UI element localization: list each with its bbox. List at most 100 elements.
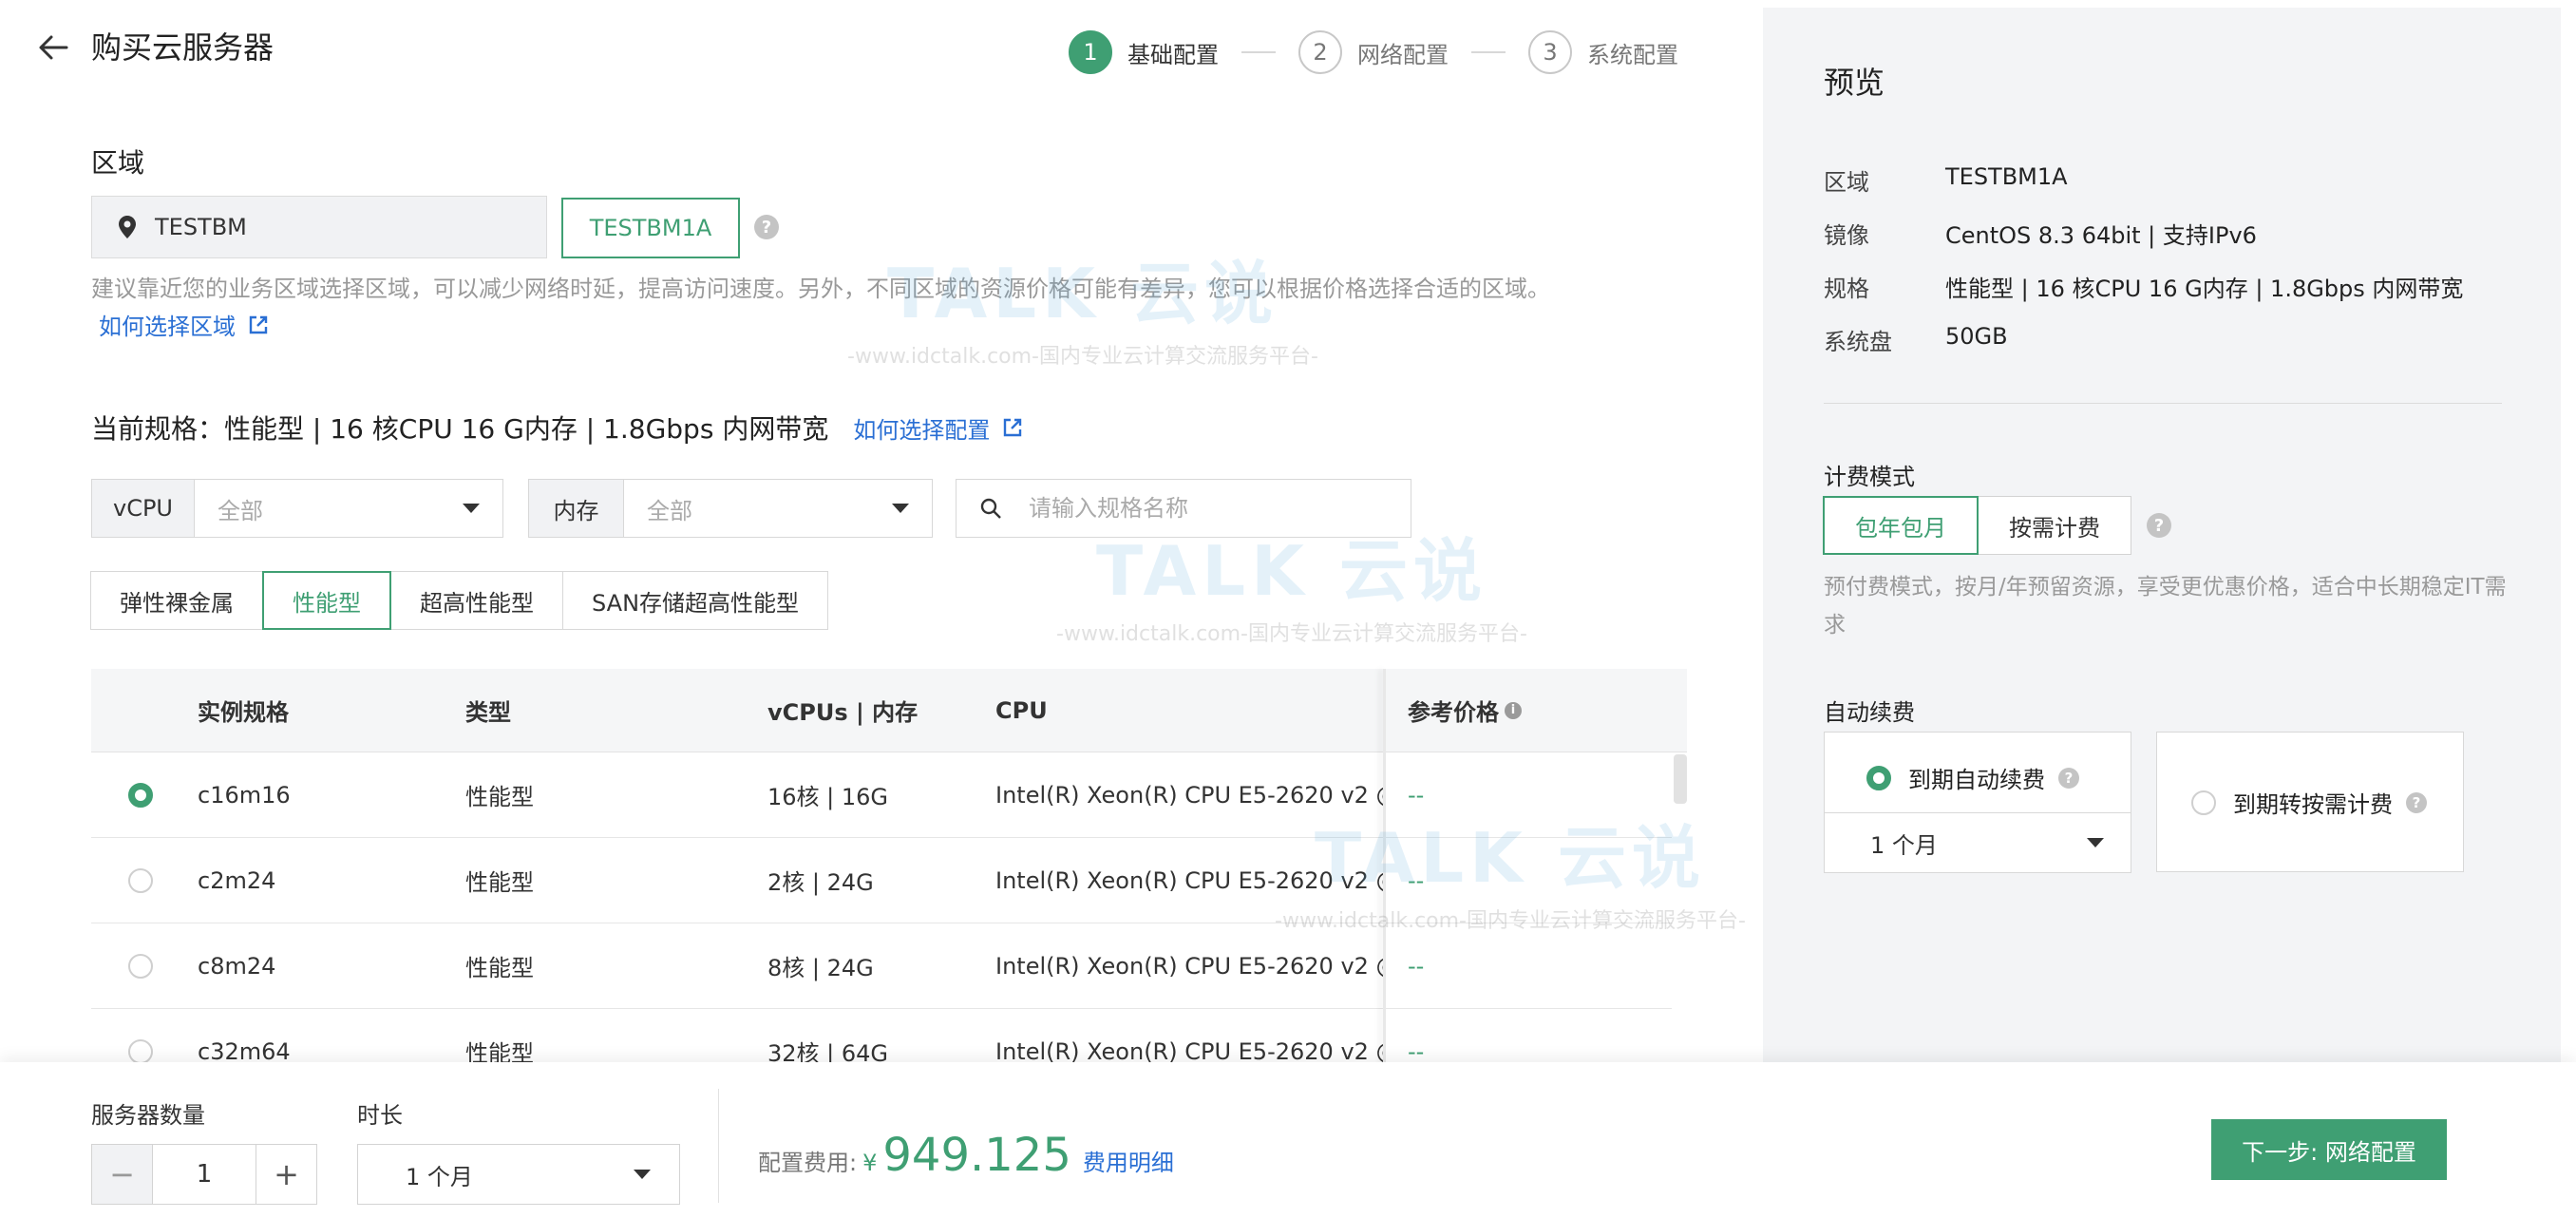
cell-cpu: Intel(R) Xeon(R) CPU E5-2620 v2 @ 2.10GH… — [995, 952, 1383, 980]
preview-panel: 预览 区域 TESTBM1A 镜像 CentOS 8.3 64bit | 支持I… — [1763, 8, 2561, 1062]
instance-spec-table: 实例规格 类型 vCPUs | 内存 CPU 参考价格 i c16m16 性能型… — [91, 669, 1687, 1094]
step-3-circle: 3 — [1528, 30, 1572, 74]
cell-type: 性能型 — [465, 869, 534, 896]
next-step-button[interactable]: 下一步: 网络配置 — [2211, 1119, 2447, 1180]
table-row[interactable]: c8m24 性能型 8核 | 24G Intel(R) Xeon(R) CPU … — [91, 923, 1672, 1009]
header-type: 类型 — [465, 699, 511, 726]
preview-key: 系统盘 — [1824, 329, 1892, 355]
tab-elastic-bare-metal[interactable]: 弹性裸金属 — [90, 571, 263, 630]
region-help-link[interactable]: 如何选择区域 — [99, 308, 270, 341]
tab-prepaid[interactable]: 包年包月 — [1823, 496, 1979, 555]
cell-type: 性能型 — [465, 955, 534, 981]
config-fee: 配置费用: ¥ 949.125 费用明细 — [758, 1129, 1174, 1182]
renew-option-auto[interactable]: 到期自动续费 ? 1 个月 — [1824, 732, 2131, 873]
fee-currency: ¥ — [862, 1150, 878, 1176]
spec-search[interactable] — [956, 479, 1411, 538]
region-select-value: TESTBM — [155, 214, 247, 240]
region-title: 区域 — [91, 147, 145, 179]
renew-auto-radio[interactable] — [1866, 765, 1891, 790]
region-hint: 建议靠近您的业务区域选择区域，可以减少网络时延，提高访问速度。另外，不同区域的资… — [91, 276, 1550, 302]
back-arrow-icon[interactable] — [34, 29, 72, 67]
region-help-link-text: 如何选择区域 — [99, 314, 236, 340]
step-connector — [1471, 51, 1506, 53]
quantity-stepper[interactable]: − + — [91, 1144, 317, 1205]
preview-value: 性能型 | 16 核CPU 16 G内存 | 1.8Gbps 内网带宽 — [1945, 276, 2464, 302]
current-spec-label: 当前规格：性能型 | 16 核CPU 16 G内存 | 1.8Gbps 内网带宽 — [91, 413, 829, 445]
tab-ultra-performance[interactable]: 超高性能型 — [390, 571, 563, 630]
chevron-down-icon — [634, 1170, 651, 1179]
spec-help-link-text: 如何选择配置 — [853, 416, 991, 444]
memory-filter[interactable]: 内存 全部 — [528, 479, 933, 538]
watermark-site: -www.idctalk.com-国内专业云计算交流服务平台- — [1056, 622, 1527, 646]
cell-spec: c8m24 — [198, 952, 276, 980]
help-icon[interactable]: ? — [2147, 513, 2171, 538]
cell-vcpu: 2核 | 24G — [767, 869, 874, 896]
fee-label: 配置费用: — [758, 1150, 858, 1176]
increment-button[interactable]: + — [256, 1145, 316, 1204]
billing-tabs: 包年包月 按需计费 — [1823, 496, 2131, 555]
row-radio[interactable] — [128, 1038, 153, 1064]
header-cpu: CPU — [995, 696, 1048, 724]
region-select[interactable]: TESTBM — [91, 196, 547, 258]
divider — [718, 1089, 719, 1203]
bottom-bar: 服务器数量 − + 时长 1 个月 配置费用: ¥ 949.125 费用明细 下… — [0, 1062, 2576, 1218]
sticky-column-divider — [1383, 669, 1386, 1064]
table-row[interactable]: c16m16 性能型 16核 | 16G Intel(R) Xeon(R) CP… — [91, 752, 1672, 838]
zone-button[interactable]: TESTBM1A — [561, 198, 740, 258]
auto-renew-title: 自动续费 — [1824, 699, 1915, 726]
memory-filter-select[interactable]: 全部 — [624, 480, 932, 537]
duration-select[interactable]: 1 个月 — [357, 1144, 680, 1205]
spec-help-link[interactable]: 如何选择配置 — [853, 411, 1024, 445]
tab-san-ultra-performance[interactable]: SAN存储超高性能型 — [562, 571, 829, 630]
vcpu-filter-select[interactable]: 全部 — [195, 480, 502, 537]
instance-type-tabs: 弹性裸金属 性能型 超高性能型 SAN存储超高性能型 — [90, 571, 829, 630]
renew-ondemand-radio[interactable] — [2191, 790, 2216, 815]
watermark-site: -www.idctalk.com-国内专业云计算交流服务平台- — [847, 345, 1318, 369]
chevron-down-icon — [463, 504, 480, 513]
table-scrollbar[interactable] — [1674, 754, 1687, 804]
step-indicator: 1 基础配置 2 网络配置 3 系统配置 — [1069, 30, 1678, 74]
search-icon — [980, 498, 1001, 519]
external-link-icon — [1004, 418, 1022, 437]
header-price-text: 参考价格 — [1408, 699, 1499, 726]
page-title: 购买云服务器 — [91, 29, 275, 66]
renew-ondemand-label: 到期转按需计费 — [2233, 791, 2393, 818]
preview-title: 预览 — [1824, 65, 1885, 101]
step-1-label: 基础配置 — [1127, 41, 1219, 68]
preview-key: 区域 — [1824, 169, 1869, 196]
current-spec: 当前规格：性能型 | 16 核CPU 16 G内存 | 1.8Gbps 内网带宽… — [91, 409, 1024, 447]
spec-search-input[interactable] — [1029, 495, 1390, 522]
fee-amount: 949.125 — [882, 1129, 1071, 1182]
preview-key: 镜像 — [1824, 222, 1869, 249]
row-radio[interactable] — [128, 782, 153, 808]
tab-performance[interactable]: 性能型 — [262, 571, 391, 630]
decrement-button[interactable]: − — [92, 1145, 153, 1204]
tab-on-demand[interactable]: 按需计费 — [1978, 496, 2131, 555]
header-vcpu: vCPUs | 内存 — [767, 699, 919, 726]
vcpu-filter-label: vCPU — [92, 480, 195, 537]
renew-period-select[interactable]: 1 个月 — [1824, 812, 2131, 873]
external-link-icon — [249, 315, 268, 333]
cell-price: -- — [1408, 952, 1425, 980]
billing-title: 计费模式 — [1824, 464, 1915, 490]
cell-price: -- — [1408, 866, 1425, 894]
preview-value: 50GB — [1945, 323, 2008, 350]
watermark: TALK 云说 -www.idctalk.com-国内专业云计算交流服务平台- — [817, 238, 1349, 370]
step-connector — [1241, 51, 1276, 53]
table-row[interactable]: c2m24 性能型 2核 | 24G Intel(R) Xeon(R) CPU … — [91, 838, 1672, 923]
renew-auto-label: 到期自动续费 — [1908, 767, 2045, 793]
cell-vcpu: 16核 | 16G — [767, 784, 889, 810]
help-icon[interactable]: ? — [754, 215, 779, 239]
table-header: 实例规格 类型 vCPUs | 内存 CPU 参考价格 i — [91, 669, 1687, 752]
vcpu-filter[interactable]: vCPU 全部 — [91, 479, 503, 538]
divider — [1824, 403, 2502, 404]
quantity-input[interactable] — [153, 1145, 256, 1204]
fee-detail-link[interactable]: 费用明细 — [1083, 1144, 1174, 1177]
row-radio[interactable] — [128, 953, 153, 979]
renew-option-ondemand[interactable]: 到期转按需计费 ? — [2156, 732, 2464, 872]
preview-key: 规格 — [1824, 276, 1869, 302]
help-icon[interactable]: ? — [2058, 767, 2079, 789]
info-icon[interactable]: i — [1505, 701, 1522, 719]
help-icon[interactable]: ? — [2406, 791, 2427, 813]
row-radio[interactable] — [128, 867, 153, 893]
